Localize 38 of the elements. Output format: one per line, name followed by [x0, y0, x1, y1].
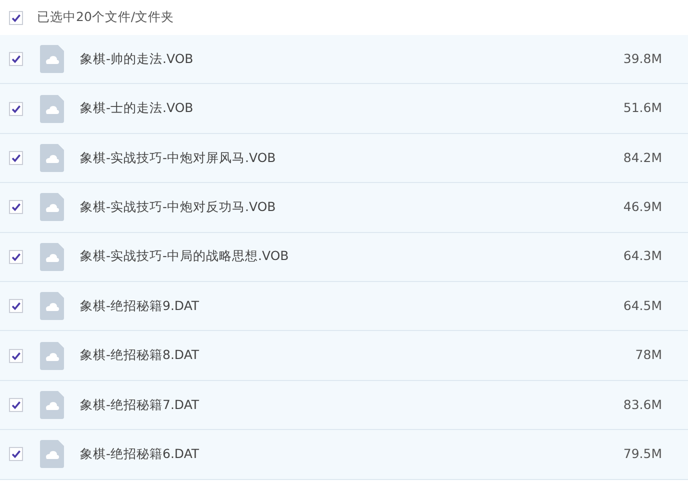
- file-icon: [40, 292, 64, 320]
- file-icon: [40, 242, 64, 271]
- checkbox[interactable]: [9, 348, 23, 363]
- file-name[interactable]: 象棋-实战技巧-中炮对屏风马.VOB: [80, 148, 276, 168]
- file-name[interactable]: 象棋-士的走法.VOB: [80, 99, 194, 118]
- file-name[interactable]: 象棋-绝招秘籍7.DAT: [80, 396, 200, 414]
- checkbox[interactable]: [9, 250, 23, 264]
- file-icon: [40, 193, 64, 222]
- file-size: 79.5M: [623, 444, 662, 463]
- file-size: 51.6M: [623, 99, 662, 118]
- file-icon: [40, 144, 64, 172]
- checkbox[interactable]: [9, 52, 23, 66]
- file-name[interactable]: 象棋-绝招秘籍6.DAT: [80, 444, 200, 464]
- file-size: 84.2M: [623, 148, 662, 167]
- file-icon: [40, 45, 64, 74]
- checkbox[interactable]: [9, 200, 23, 214]
- checkbox[interactable]: [9, 102, 23, 116]
- checkbox[interactable]: [9, 299, 23, 314]
- file-name[interactable]: 象棋-绝招秘籍8.DAT: [80, 346, 200, 365]
- file-icon: [40, 342, 64, 370]
- file-name[interactable]: 象棋-帅的走法.VOB: [80, 50, 194, 69]
- checkbox[interactable]: [9, 398, 23, 412]
- file-icon: [40, 390, 64, 419]
- file-name[interactable]: 象棋-实战技巧-中局的战略思想.VOB: [80, 247, 289, 266]
- file-size: 46.9M: [623, 198, 662, 216]
- file-size: 78M: [635, 346, 662, 364]
- file-name[interactable]: 象棋-实战技巧-中炮对反功马.VOB: [80, 198, 276, 217]
- selection-count: 已选中20个文件/文件夹: [37, 8, 174, 26]
- file-size: 39.8M: [623, 50, 662, 68]
- file-size: 83.6M: [623, 396, 662, 414]
- file-icon: [40, 440, 64, 468]
- checkbox[interactable]: [9, 447, 23, 462]
- checkbox[interactable]: [9, 150, 23, 165]
- checkbox[interactable]: [9, 10, 23, 24]
- file-icon: [40, 94, 64, 123]
- file-size: 64.5M: [623, 296, 662, 315]
- file-size: 64.3M: [623, 247, 662, 266]
- file-name[interactable]: 象棋-绝招秘籍9.DAT: [80, 296, 200, 316]
